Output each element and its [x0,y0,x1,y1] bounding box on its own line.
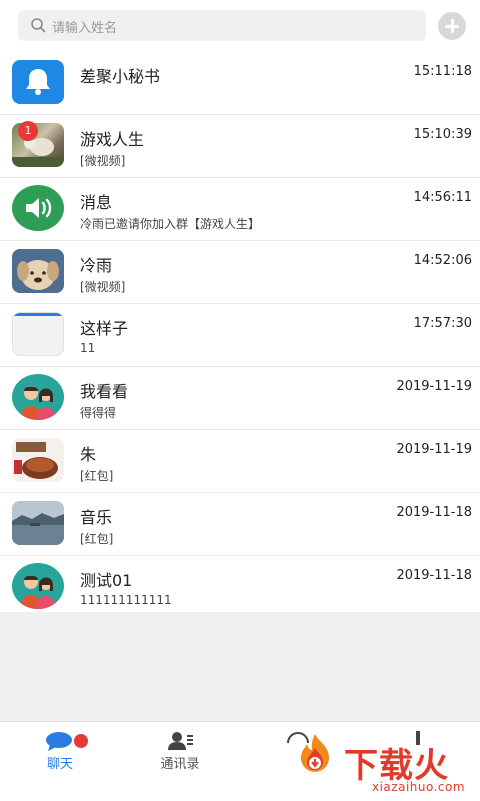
chat-name: 朱 [80,445,97,464]
search-input[interactable]: 请输入姓名 [18,10,426,41]
chat-row-messages[interactable]: 消息 冷雨已邀请你加入群【游戏人生】 14:56:11 [0,178,480,241]
avatar [12,438,64,482]
chat-preview: 111111111111 [80,593,172,607]
chat-name: 这样子 [80,319,129,338]
couple-icon [20,386,56,420]
avatar [12,60,64,104]
chat-name: 测试01 [80,571,133,590]
chat-preview: [红包] [80,469,114,483]
chat-time: 2019-11-19 [396,442,472,457]
speaker-icon [26,198,52,218]
chat-row-zheyangzi[interactable]: 这样子 11 17:57:30 [0,304,480,367]
tab-chat[interactable]: 聊天 [0,722,120,801]
chat-preview: 11 [80,341,96,355]
avatar [12,185,64,231]
chat-preview: [红包] [80,532,114,546]
search-placeholder: 请输入姓名 [52,21,118,36]
chat-time: 2019-11-18 [396,505,472,520]
chat-row-lengyu[interactable]: 冷雨 [微视频] 14:52:06 [0,241,480,304]
chat-preview: 冷雨已邀请你加入群【游戏人生】 [80,217,261,231]
chat-preview: [微视频] [80,280,126,294]
chat-time: 15:10:39 [413,127,472,142]
chat-time: 2019-11-18 [396,568,472,583]
chat-row-wokankan[interactable]: 我看看 得得得 2019-11-19 [0,367,480,430]
chat-time: 14:56:11 [413,190,472,205]
avatar [12,249,64,293]
avatar [12,374,64,420]
food-photo [14,442,58,479]
chat-list: 差聚小秘书 15:11:18 游戏人生 [微视频] 15:10:39 消息 冷雨… [0,52,480,619]
unread-badge: 1 [18,121,38,141]
chat-preview: [微视频] [80,154,126,168]
chat-bubble-icon [46,732,88,751]
avatar [12,312,64,356]
chat-row-youxirensheng[interactable]: 游戏人生 [微视频] 15:10:39 [0,115,480,178]
flame-logo-icon [301,734,329,772]
chat-time: 2019-11-19 [396,379,472,394]
avatar [12,501,64,545]
top-bar: 请输入姓名 [0,0,480,53]
chat-time: 17:57:30 [413,316,472,331]
puppy-photo [12,249,64,293]
avatar [12,563,64,609]
tab-contacts[interactable]: 通讯录 [120,722,240,801]
chat-preview: 得得得 [80,406,117,420]
chat-name: 游戏人生 [80,130,145,149]
tab-label: 通讯录 [160,757,200,772]
empty-area [0,612,480,721]
chat-row-secretary[interactable]: 差聚小秘书 15:11:18 [0,52,480,115]
chat-row-yinyue[interactable]: 音乐 [红包] 2019-11-18 [0,493,480,556]
bell-icon [26,69,50,95]
landscape-photo [12,501,64,545]
chat-time: 15:11:18 [413,64,472,79]
watermark-logo: 下载火 xiazaihuo.com [280,728,480,800]
chat-time: 14:52:06 [413,253,472,268]
chat-name: 差聚小秘书 [80,67,161,86]
chat-name: 我看看 [80,382,129,401]
couple-icon [20,575,56,609]
chat-row-zhu[interactable]: 朱 [红包] 2019-11-19 [0,430,480,493]
chat-name: 音乐 [80,508,113,527]
avatar-top-strip [13,313,63,316]
chat-row-ceshi01[interactable]: 测试01 111111111111 2019-11-18 [0,556,480,619]
chat-name: 冷雨 [80,256,113,275]
chat-name: 消息 [80,193,113,212]
add-button[interactable] [438,12,466,40]
search-icon [31,18,46,33]
watermark-site: xiazaihuo.com [372,780,466,794]
tab-label: 聊天 [46,757,73,772]
contacts-icon [168,732,193,750]
